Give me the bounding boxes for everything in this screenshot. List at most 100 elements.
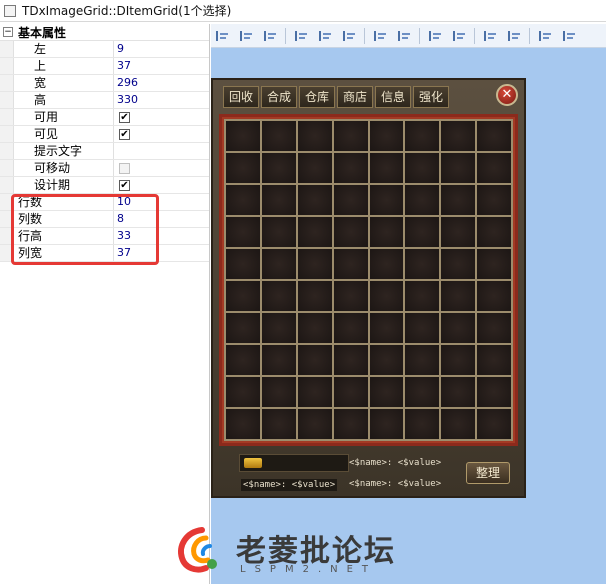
grid-cell[interactable] xyxy=(333,153,368,183)
grid-cell[interactable] xyxy=(297,281,332,311)
size-to-fit-icon[interactable] xyxy=(505,27,523,45)
prop-row-width[interactable]: 宽 296 xyxy=(0,75,209,92)
tab-enhance[interactable]: 强化 xyxy=(413,86,449,108)
grid-cell[interactable] xyxy=(333,121,368,151)
grid-cell[interactable] xyxy=(405,313,440,343)
enabled-checkbox[interactable]: ✔ xyxy=(119,111,130,123)
grid-cell[interactable] xyxy=(261,409,296,439)
grid-cell[interactable] xyxy=(333,313,368,343)
grid-cell[interactable] xyxy=(477,409,511,439)
design-time-checkbox[interactable]: ✔ xyxy=(119,179,130,191)
grid-cell[interactable] xyxy=(333,249,368,279)
grid-cell[interactable] xyxy=(261,377,296,407)
grid-cell[interactable] xyxy=(405,409,440,439)
grid-cell[interactable] xyxy=(405,281,440,311)
grid-cell[interactable] xyxy=(477,313,511,343)
tab-shop[interactable]: 商店 xyxy=(337,86,373,108)
grid-cell[interactable] xyxy=(441,153,476,183)
prop-row-movable[interactable]: 可移动 xyxy=(0,160,209,177)
grid-cell[interactable] xyxy=(405,121,440,151)
game-window[interactable]: 回收 合成 仓库 商店 信息 强化 ✕ <$name>: <$value> <$… xyxy=(211,78,526,498)
grid-cell[interactable] xyxy=(441,281,476,311)
space-horizontal-icon[interactable] xyxy=(371,27,389,45)
align-middle-icon[interactable] xyxy=(316,27,334,45)
grid-cell[interactable] xyxy=(226,249,260,279)
grid-cell[interactable] xyxy=(297,249,332,279)
grid-cell[interactable] xyxy=(369,153,404,183)
grid-cell[interactable] xyxy=(226,185,260,215)
grid-cell[interactable] xyxy=(297,313,332,343)
prop-row-visible[interactable]: 可见 ✔ xyxy=(0,126,209,143)
grid-cell[interactable] xyxy=(297,185,332,215)
tab-warehouse[interactable]: 仓库 xyxy=(299,86,335,108)
tab-info[interactable]: 信息 xyxy=(375,86,411,108)
grid-cell[interactable] xyxy=(333,217,368,247)
align-left-icon[interactable] xyxy=(213,27,231,45)
grid-cell[interactable] xyxy=(369,377,404,407)
grid-cell[interactable] xyxy=(369,185,404,215)
size-to-grid-icon[interactable] xyxy=(481,27,499,45)
grid-cell[interactable] xyxy=(477,377,511,407)
category-basic-properties[interactable]: − 基本属性 xyxy=(0,24,209,41)
grid-cell[interactable] xyxy=(226,345,260,375)
grid-cell[interactable] xyxy=(441,185,476,215)
grid-cell[interactable] xyxy=(369,281,404,311)
grid-cell[interactable] xyxy=(226,377,260,407)
bring-front-icon[interactable] xyxy=(536,27,554,45)
grid-cell[interactable] xyxy=(297,121,332,151)
prop-row-left[interactable]: 左 9 xyxy=(0,41,209,58)
grid-cell[interactable] xyxy=(261,217,296,247)
prop-value-left[interactable]: 9 xyxy=(114,41,209,57)
prop-row-height[interactable]: 高 330 xyxy=(0,92,209,109)
grid-cell[interactable] xyxy=(405,217,440,247)
same-height-icon[interactable] xyxy=(450,27,468,45)
grid-cell[interactable] xyxy=(369,249,404,279)
grid-cell[interactable] xyxy=(226,121,260,151)
grid-cell[interactable] xyxy=(441,409,476,439)
collapse-icon[interactable]: − xyxy=(3,27,13,37)
grid-cell[interactable] xyxy=(369,409,404,439)
grid-cell[interactable] xyxy=(333,281,368,311)
prop-row-design-time[interactable]: 设计期 ✔ xyxy=(0,177,209,194)
grid-cell[interactable] xyxy=(333,185,368,215)
grid-cell[interactable] xyxy=(441,377,476,407)
grid-cell[interactable] xyxy=(226,153,260,183)
grid-cell[interactable] xyxy=(405,345,440,375)
grid-cell[interactable] xyxy=(369,121,404,151)
prop-value-width[interactable]: 296 xyxy=(114,75,209,91)
grid-cell[interactable] xyxy=(261,313,296,343)
grid-cell[interactable] xyxy=(405,185,440,215)
grid-cell[interactable] xyxy=(477,153,511,183)
grid-cell[interactable] xyxy=(477,121,511,151)
grid-cell[interactable] xyxy=(405,249,440,279)
close-icon[interactable]: ✕ xyxy=(496,84,518,106)
prop-row-hint[interactable]: 提示文字 xyxy=(0,143,209,160)
prop-value-hint[interactable] xyxy=(114,143,209,159)
same-width-icon[interactable] xyxy=(426,27,444,45)
grid-cell[interactable] xyxy=(261,281,296,311)
grid-cell[interactable] xyxy=(297,377,332,407)
space-vertical-icon[interactable] xyxy=(395,27,413,45)
grid-cell[interactable] xyxy=(441,121,476,151)
grid-cell[interactable] xyxy=(261,345,296,375)
designer-canvas[interactable]: 回收 合成 仓库 商店 信息 强化 ✕ <$name>: <$value> <$… xyxy=(211,24,606,584)
grid-cell[interactable] xyxy=(261,185,296,215)
align-right-icon[interactable] xyxy=(261,27,279,45)
prop-row-top[interactable]: 上 37 xyxy=(0,58,209,75)
align-center-icon[interactable] xyxy=(237,27,255,45)
grid-cell[interactable] xyxy=(369,313,404,343)
grid-cell[interactable] xyxy=(369,345,404,375)
grid-cell[interactable] xyxy=(477,281,511,311)
align-top-icon[interactable] xyxy=(292,27,310,45)
grid-cell[interactable] xyxy=(369,217,404,247)
grid-cell[interactable] xyxy=(226,313,260,343)
grid-cell[interactable] xyxy=(226,281,260,311)
grid-cell[interactable] xyxy=(261,249,296,279)
send-back-icon[interactable] xyxy=(560,27,578,45)
tab-recycle[interactable]: 回收 xyxy=(223,86,259,108)
prop-value-height[interactable]: 330 xyxy=(114,92,209,108)
item-grid[interactable] xyxy=(224,119,513,441)
grid-cell[interactable] xyxy=(441,217,476,247)
align-bottom-icon[interactable] xyxy=(340,27,358,45)
grid-cell[interactable] xyxy=(333,377,368,407)
